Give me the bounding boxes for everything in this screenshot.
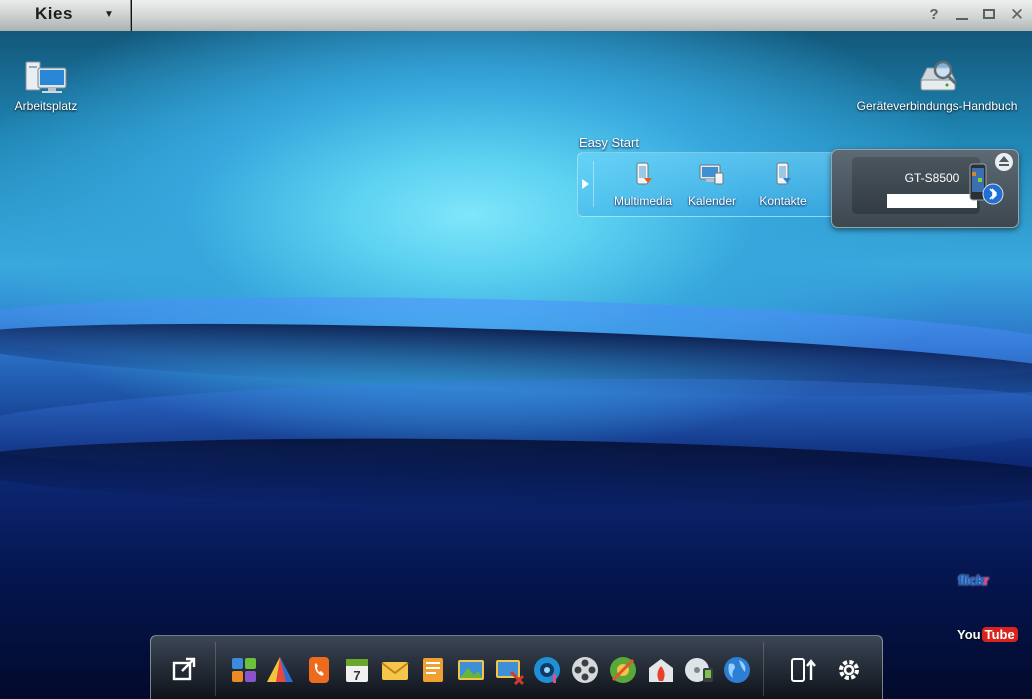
close-icon[interactable]: ✕ [1007, 6, 1027, 24]
youtube-text: You [957, 627, 981, 642]
drive-magnifier-icon [920, 60, 957, 91]
settings-icon[interactable] [833, 654, 865, 686]
question-icon[interactable]: ? [924, 6, 944, 24]
phone-media-icon [636, 162, 652, 185]
export-icon[interactable] [169, 654, 201, 686]
minimize-icon[interactable] [952, 6, 972, 24]
calendar-sync-icon [699, 164, 724, 185]
easy-start-label: Kontakte [759, 194, 807, 208]
phone-icon[interactable] [303, 654, 335, 686]
easy-start-multimedia[interactable]: Multimedia [608, 161, 678, 208]
memo-icon[interactable] [417, 654, 449, 686]
phone-contacts-icon [776, 162, 791, 185]
desktop-icon-arbeitsplatz[interactable]: Arbeitsplatz [8, 56, 84, 113]
app-logo: Kies [35, 4, 73, 23]
dock-separator [215, 642, 216, 696]
apps-icon[interactable] [228, 654, 260, 686]
calendar-icon[interactable]: 7 [341, 654, 373, 686]
music-disc-icon[interactable] [531, 654, 563, 686]
easy-start-label: Kalender [687, 194, 737, 208]
film-reel-icon[interactable] [569, 654, 601, 686]
desktop-icon-handbuch[interactable]: Geräteverbindungs-Handbuch [852, 56, 1022, 113]
dvd-icon[interactable] [683, 654, 715, 686]
burn-icon[interactable] [645, 654, 677, 686]
video-edit-icon[interactable] [607, 654, 639, 686]
easy-start-kontakte[interactable]: Kontakte [752, 161, 814, 208]
expand-arrow-icon[interactable] [582, 179, 589, 189]
easy-start-kalender[interactable]: Kalender [682, 161, 742, 208]
chevron-down-icon: ▼ [104, 9, 114, 20]
photo-icon[interactable] [455, 654, 487, 686]
title-bar: Kies ▼ ? ✕ [0, 0, 1032, 31]
connected-device-panel[interactable]: GT-S8500 [831, 149, 1019, 228]
phone-transfer-icon[interactable] [787, 654, 819, 686]
dock-separator [763, 642, 764, 696]
easy-start-title: Easy Start [579, 135, 639, 150]
device-storage-bar [887, 194, 977, 208]
maximize-icon[interactable] [980, 6, 1000, 24]
divider [593, 161, 594, 207]
desktop-icon-label: Arbeitsplatz [14, 99, 78, 113]
youtube-icon[interactable]: You Tube [957, 627, 1018, 642]
easy-start-panel: Multimedia Kalender Kontakte [577, 152, 841, 217]
flickr-text: r [983, 572, 989, 588]
device-phone-icon [969, 163, 1004, 205]
flickr-text: flick [958, 572, 984, 588]
music-pyramid-icon[interactable] [264, 654, 296, 686]
flickr-icon[interactable]: flickr [958, 572, 989, 588]
photo-edit-icon[interactable] [493, 654, 525, 686]
youtube-text: Tube [981, 627, 1018, 642]
easy-start-label: Multimedia [613, 194, 673, 208]
computer-icon [25, 61, 67, 93]
mail-icon[interactable] [379, 654, 411, 686]
globe-icon[interactable] [721, 654, 753, 686]
device-info: GT-S8500 [852, 157, 980, 214]
desktop-icon-label: Geräteverbindungs-Handbuch [856, 99, 1018, 113]
title-strip [132, 0, 1032, 31]
svg-text:7: 7 [353, 668, 360, 683]
app-menu-button[interactable]: Kies ▼ [0, 0, 131, 31]
dock: 7 [150, 635, 883, 699]
